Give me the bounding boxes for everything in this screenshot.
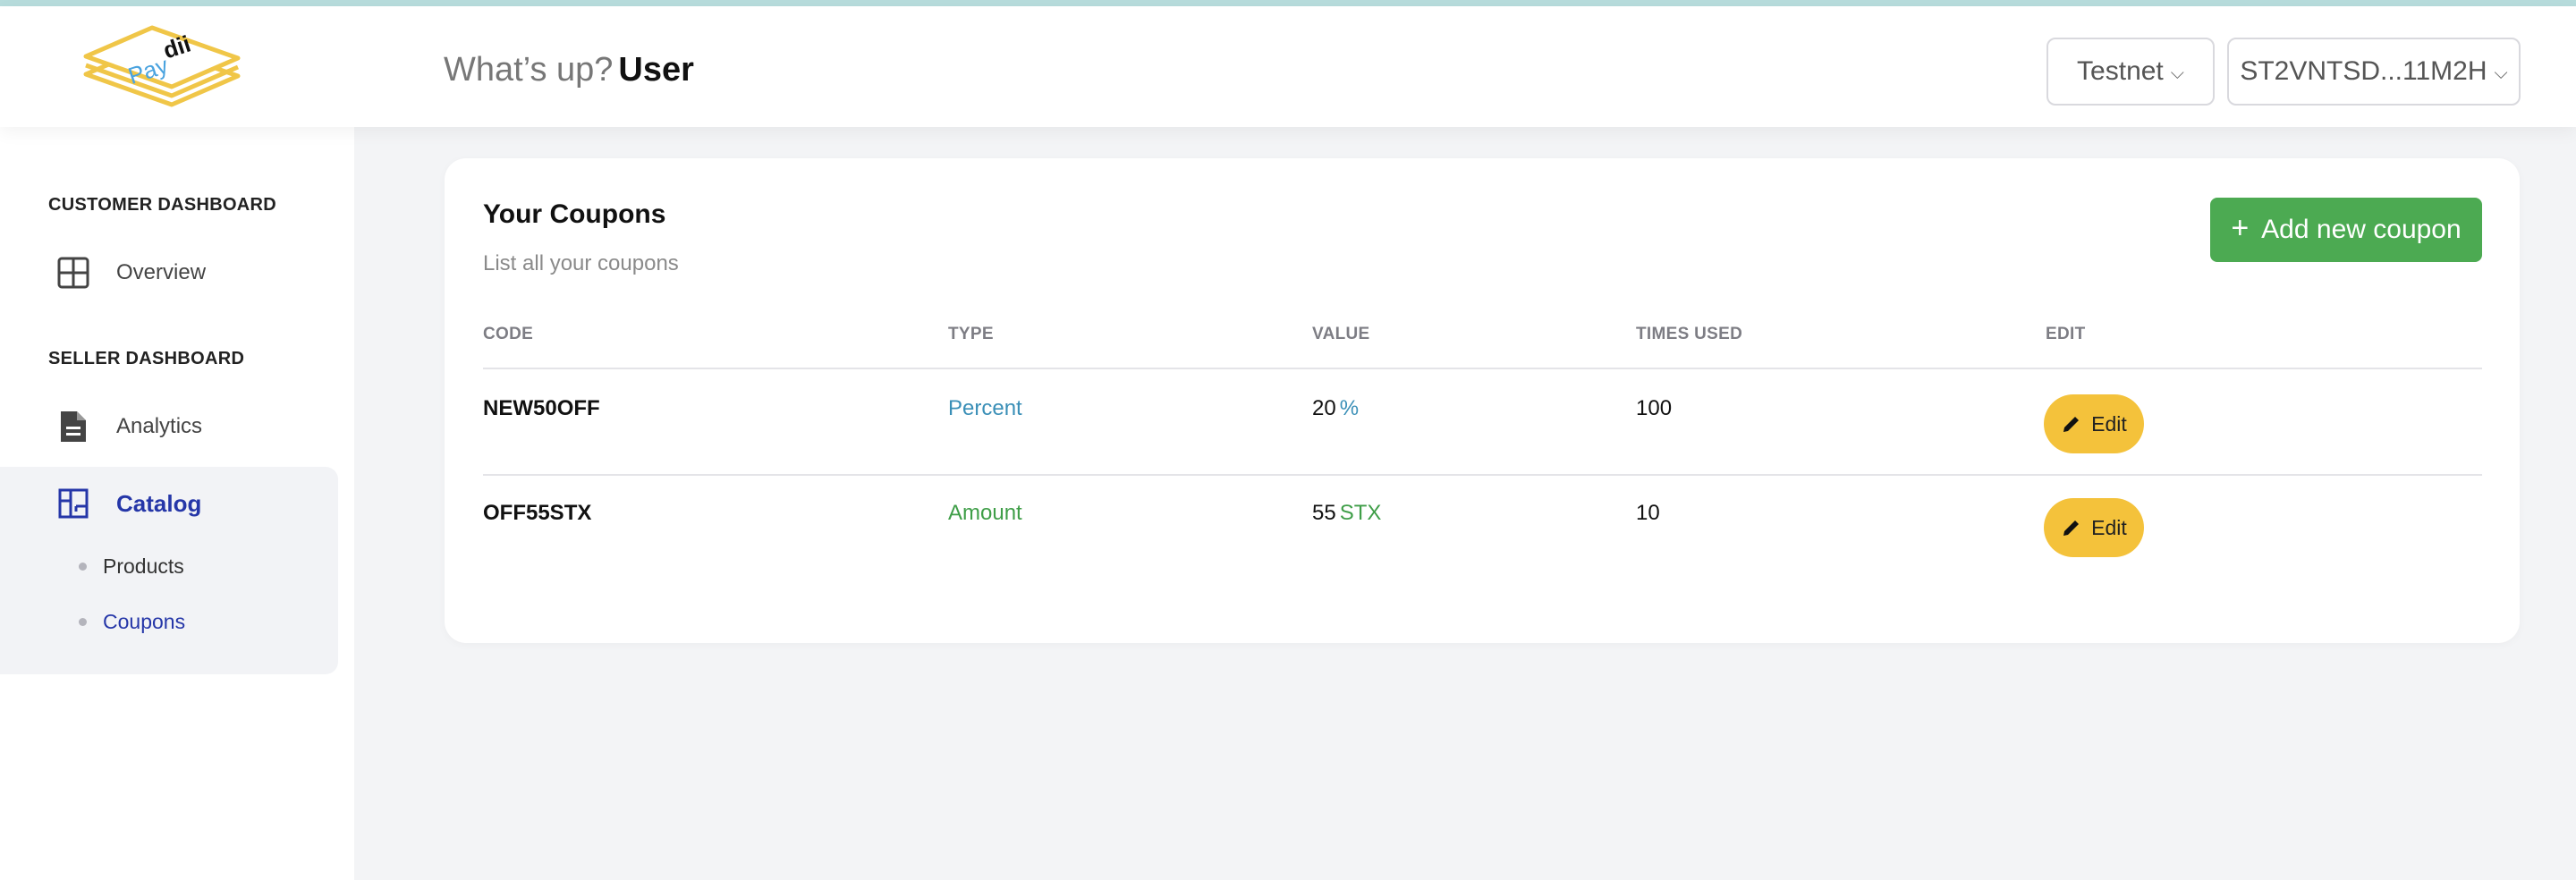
sidebar-item-catalog[interactable]: Catalog [0, 474, 338, 533]
bullet-dot [79, 563, 87, 571]
catalog-icon [55, 486, 91, 521]
wallet-label: ST2VNTSD...11M2H [2240, 56, 2487, 86]
coupon-value-number: 20 [1312, 396, 1336, 420]
coupon-value-unit: STX [1339, 501, 1382, 525]
sidebar-item-analytics[interactable]: Analytics [0, 397, 338, 456]
chevron-down-icon: ⌵ [2494, 63, 2508, 83]
coupon-value: 55 STX [1312, 501, 1381, 526]
pencil-icon [2063, 520, 2080, 536]
network-label: Testnet [2077, 56, 2164, 86]
column-header-edit: EDIT [2046, 325, 2086, 343]
edit-label: Edit [2091, 411, 2127, 436]
edit-label: Edit [2091, 515, 2127, 539]
column-header-value: VALUE [1312, 325, 1370, 343]
pencil-icon [2063, 417, 2080, 432]
coupon-value: 20% [1312, 396, 1359, 421]
column-header-times-used: TIMES USED [1636, 325, 1743, 343]
catalog-section: Catalog Products Coupons [0, 467, 338, 674]
row-divider [483, 474, 2482, 476]
greeting-text: What’s up? User [444, 51, 694, 89]
sidebar-subitem-coupons[interactable]: Coupons [79, 610, 185, 634]
seller-dashboard-heading: SELLER DASHBOARD [48, 349, 245, 368]
coupon-times-used: 10 [1636, 501, 1660, 525]
edit-button[interactable]: Edit [2044, 498, 2144, 557]
network-dropdown[interactable]: Testnet ⌵ [2046, 38, 2215, 106]
sidebar: CUSTOMER DASHBOARD Overview SELLER DASHB… [0, 127, 354, 880]
coupon-type: Amount [948, 501, 1022, 525]
user-name: User [618, 51, 694, 89]
chevron-down-icon: ⌵ [2170, 63, 2184, 83]
sidebar-item-label: Overview [116, 260, 207, 284]
coupon-code: OFF55STX [483, 501, 592, 525]
coupon-code: NEW50OFF [483, 396, 600, 420]
sidebar-subitem-label: Products [103, 554, 184, 578]
add-new-coupon-button[interactable]: + Add new coupon [2210, 198, 2482, 262]
sidebar-item-label: Catalog [116, 489, 202, 517]
coupon-times-used: 100 [1636, 396, 1673, 420]
wallet-dropdown[interactable]: ST2VNTSD...11M2H ⌵ [2227, 38, 2521, 106]
header-divider [483, 368, 2482, 369]
coupon-type: Percent [948, 396, 1022, 420]
column-header-code: CODE [483, 325, 534, 343]
sidebar-item-label: Analytics [116, 414, 203, 438]
document-icon [55, 409, 91, 444]
edit-button[interactable]: Edit [2044, 394, 2144, 453]
paydii-logo[interactable]: Pay dii [80, 19, 243, 112]
bullet-dot [79, 618, 87, 626]
customer-dashboard-heading: CUSTOMER DASHBOARD [48, 195, 277, 215]
sidebar-subitem-products[interactable]: Products [79, 554, 184, 579]
sidebar-subitem-label: Coupons [103, 610, 186, 633]
coupon-value-number: 55 [1312, 501, 1336, 525]
page-title: Your Coupons [483, 199, 666, 229]
greeting-prefix: What’s up? [444, 51, 614, 89]
plus-icon: + [2231, 211, 2250, 245]
coupons-card: Your Coupons List all your coupons + Add… [445, 158, 2520, 643]
grid-icon [55, 255, 91, 291]
page-subtitle: List all your coupons [483, 251, 679, 275]
coupon-value-unit: % [1339, 396, 1360, 420]
column-header-type: TYPE [948, 325, 994, 343]
top-header: Pay dii What’s up? User Testnet ⌵ ST2VNTS… [0, 6, 2576, 127]
top-accent-line [0, 0, 2576, 6]
add-button-label: Add new coupon [2261, 215, 2462, 244]
sidebar-item-overview[interactable]: Overview [0, 243, 338, 302]
